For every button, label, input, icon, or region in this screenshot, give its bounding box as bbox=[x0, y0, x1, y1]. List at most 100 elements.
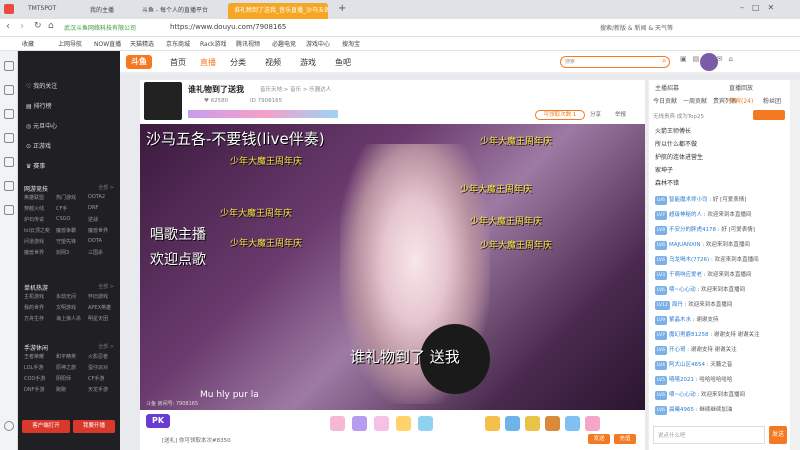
cart-icon[interactable] bbox=[4, 205, 14, 215]
nav-game[interactable]: 游戏 bbox=[300, 57, 316, 68]
chat-input[interactable]: 说点什么吧 bbox=[653, 426, 765, 444]
rank-item[interactable]: 所以什么都不做 bbox=[655, 139, 697, 151]
category-link[interactable]: 和平精英 bbox=[56, 353, 76, 360]
rank-item[interactable]: 家坤子 bbox=[655, 165, 673, 177]
category-link[interactable]: 守望先锋 bbox=[56, 238, 76, 245]
category-link[interactable]: CSGO bbox=[56, 216, 70, 222]
chat-user[interactable]: 紫晶木水 bbox=[669, 317, 691, 323]
category-link[interactable]: 我的世界 bbox=[24, 304, 44, 311]
bookmark[interactable]: 收藏 bbox=[22, 39, 34, 48]
category-link[interactable]: DOTA2 bbox=[88, 194, 105, 200]
bookmark[interactable]: 搜淘宝 bbox=[342, 39, 360, 48]
nav-home[interactable]: 首页 bbox=[170, 57, 186, 68]
browser-menu-icon[interactable] bbox=[4, 4, 14, 14]
rank-item[interactable]: 森林不错 bbox=[655, 178, 679, 190]
browser-tab[interactable]: 斗鱼 - 每个人的直播平台 bbox=[136, 3, 226, 19]
chat-user[interactable]: 智能魔术师小司 bbox=[669, 197, 708, 203]
category-link[interactable]: 原神之旅 bbox=[56, 364, 76, 371]
browser-tab[interactable]: TMTSPOT bbox=[22, 3, 82, 19]
category-link[interactable]: 剑网3 bbox=[56, 249, 69, 256]
bookmark[interactable]: Rack游戏 bbox=[200, 39, 227, 48]
chat-user[interactable]: 超级神秘的人 bbox=[669, 212, 702, 218]
gift-item[interactable] bbox=[505, 416, 520, 431]
douyu-logo[interactable]: 斗鱼 bbox=[126, 55, 152, 69]
chat-user[interactable]: 魔幻男爵81258 bbox=[669, 332, 709, 338]
video-player[interactable]: 沙马五各-不要钱(live伴奏) 少年大魔王周年庆 少年大魔王周年庆 少年大魔王… bbox=[140, 124, 645, 410]
open-client-button[interactable]: 客户端打开 bbox=[22, 420, 70, 433]
section-more-link[interactable]: 全部 > bbox=[98, 343, 114, 350]
favorites-icon[interactable] bbox=[4, 61, 14, 71]
gift-item[interactable] bbox=[374, 416, 389, 431]
category-link[interactable]: 主机游戏 bbox=[24, 293, 44, 300]
category-link[interactable]: 明星天团 bbox=[88, 315, 108, 322]
category-link[interactable]: 蛋仔派对 bbox=[88, 364, 108, 371]
category-link[interactable]: lol云顶之奕 bbox=[24, 227, 50, 234]
gift-item[interactable] bbox=[330, 416, 345, 431]
chat-user[interactable]: 喂~心心动 bbox=[669, 287, 696, 293]
new-tab-icon[interactable]: + bbox=[338, 3, 346, 14]
rank-item[interactable]: 护航的连体进营生 bbox=[655, 152, 703, 164]
nav-forward-icon[interactable]: › bbox=[20, 21, 24, 32]
game-icon[interactable] bbox=[4, 157, 14, 167]
section-more-link[interactable]: 全部 > bbox=[98, 283, 114, 290]
category-link[interactable]: 热门游戏 bbox=[56, 194, 76, 201]
gift-item[interactable] bbox=[545, 416, 560, 431]
chat-user[interactable]: 喂~心心动 bbox=[669, 392, 696, 398]
bookmark[interactable]: 京东商城 bbox=[166, 39, 190, 48]
category-link[interactable]: 炉石传说 bbox=[24, 216, 44, 223]
category-link[interactable]: LOL手游 bbox=[24, 364, 43, 371]
nav-video[interactable]: 视频 bbox=[265, 57, 281, 68]
claim-button[interactable]: 可领取次数 1 bbox=[535, 110, 585, 120]
gift-item[interactable] bbox=[418, 416, 433, 431]
tab-today[interactable]: 今日贡献 bbox=[653, 96, 677, 105]
gift-item[interactable] bbox=[565, 416, 580, 431]
category-link[interactable]: 英雄联盟 bbox=[24, 194, 44, 201]
recharge-button[interactable]: 充值 bbox=[614, 434, 636, 444]
sidebar-item-center[interactable]: ◎ 元旦中心 bbox=[26, 121, 57, 130]
sidebar-item-rank[interactable]: ▤ 排行榜 bbox=[26, 101, 52, 110]
category-link[interactable]: 穿越火线 bbox=[24, 205, 44, 212]
browser-tab[interactable]: 我的主播 bbox=[84, 3, 134, 19]
category-link[interactable]: CF手游 bbox=[88, 375, 104, 382]
home-icon[interactable]: ⌂ bbox=[48, 21, 54, 31]
category-link[interactable]: 王者荣耀 bbox=[24, 353, 44, 360]
category-link[interactable]: 阴阳师 bbox=[56, 375, 71, 382]
history-icon[interactable] bbox=[4, 85, 14, 95]
category-link[interactable]: APEX英雄 bbox=[88, 304, 111, 311]
recruit-button[interactable]: 主播招募 bbox=[655, 83, 679, 92]
avatar[interactable] bbox=[700, 53, 718, 71]
category-link[interactable]: 逆战 bbox=[88, 216, 98, 223]
category-link[interactable]: 魔兽世界 bbox=[88, 227, 108, 234]
reload-icon[interactable]: ↻ bbox=[34, 21, 42, 31]
nav-live[interactable]: 直播 bbox=[200, 57, 216, 68]
url-field[interactable]: https://www.douyu.com/7908165 bbox=[170, 23, 286, 31]
gift-item[interactable] bbox=[525, 416, 540, 431]
category-link[interactable]: 海上狼人杀 bbox=[56, 315, 81, 322]
sidebar-item-game[interactable]: ⊙ 正游戏 bbox=[26, 141, 51, 150]
category-link[interactable]: CF手 bbox=[56, 205, 67, 212]
bookmark[interactable]: NOW直播 bbox=[94, 39, 121, 48]
chat-user[interactable]: 周丹 bbox=[672, 302, 683, 308]
chat-user[interactable]: 乌龙喝木(7726) bbox=[669, 257, 709, 263]
nav-fishbar[interactable]: 鱼吧 bbox=[335, 57, 351, 68]
category-link[interactable]: DNF bbox=[88, 205, 98, 211]
tab-fans[interactable]: 粉丝团 bbox=[763, 96, 781, 105]
stream-category[interactable]: 音乐天地 > 音乐 > 乐器达人 bbox=[260, 85, 331, 93]
settings-icon[interactable] bbox=[4, 421, 14, 431]
pk-badge[interactable]: PK bbox=[146, 414, 170, 428]
chat-send-button[interactable]: 发送 bbox=[769, 426, 787, 444]
open-vip-button[interactable] bbox=[753, 110, 785, 120]
start-stream-button[interactable]: 我要开播 bbox=[73, 420, 115, 433]
category-link[interactable]: 魔兽世界 bbox=[24, 249, 44, 256]
section-more-link[interactable]: 全部 > bbox=[98, 184, 114, 191]
browser-search-label[interactable]: 搜索/新版 & 新闻 & 天气等 bbox=[600, 23, 673, 32]
chat-user[interactable]: 阿大山区4654 bbox=[669, 362, 705, 368]
bookmark[interactable]: 腾讯视频 bbox=[236, 39, 260, 48]
category-link[interactable]: 跑跑 bbox=[56, 386, 66, 393]
category-link[interactable]: 火影忍者 bbox=[88, 353, 108, 360]
gift-item[interactable] bbox=[352, 416, 367, 431]
bookmark[interactable]: 游戏中心 bbox=[306, 39, 330, 48]
report-button[interactable]: 举报 bbox=[615, 110, 626, 118]
category-link[interactable]: DOTA bbox=[88, 238, 102, 244]
search-input[interactable]: 搜索 bbox=[560, 56, 670, 68]
